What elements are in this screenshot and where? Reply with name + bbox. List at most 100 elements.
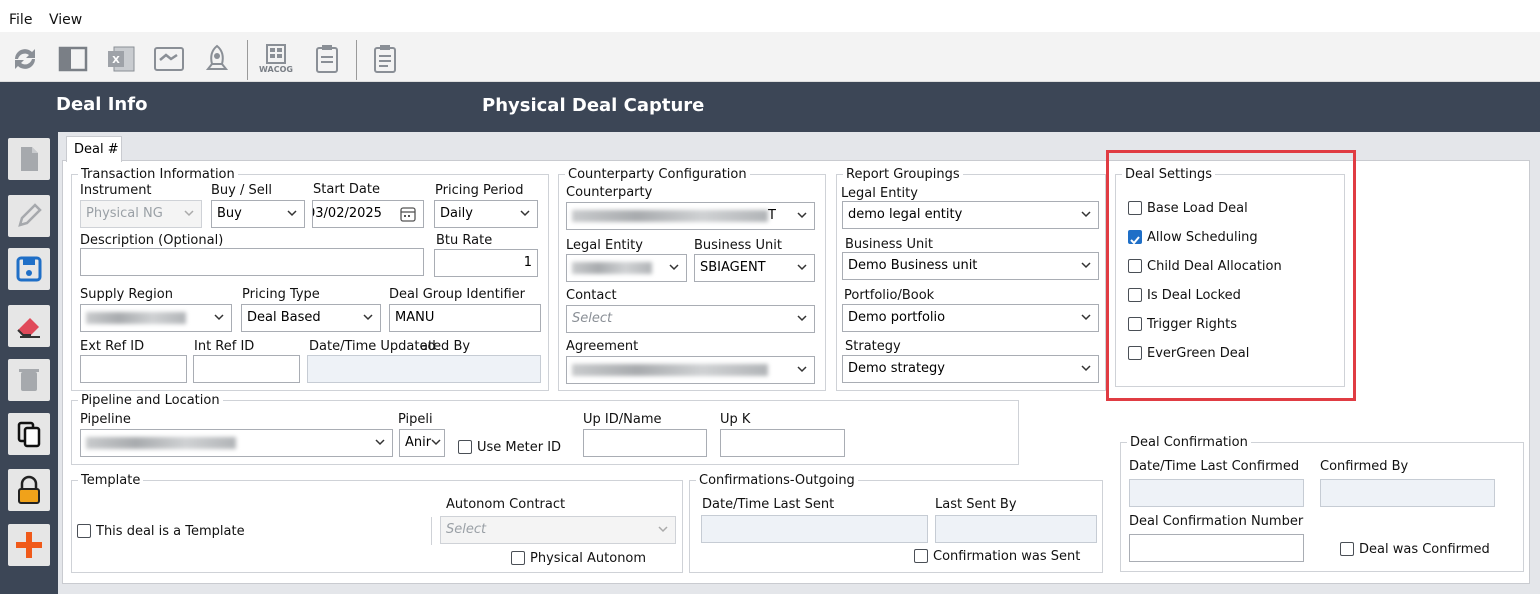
redacted-value	[86, 311, 186, 324]
deal-group-label: Deal Group Identifier	[389, 287, 525, 302]
chevron-down-icon	[363, 314, 373, 321]
edit-button[interactable]	[8, 195, 50, 237]
rg-legal-entity-value: demo legal entity	[848, 207, 963, 222]
svg-text:X: X	[112, 55, 120, 66]
group-legend: Report Groupings	[846, 167, 960, 182]
excel-icon[interactable]: X	[104, 42, 138, 76]
pricing-period-value: Daily	[440, 206, 473, 221]
buy-sell-label: Buy / Sell	[211, 183, 272, 198]
new-document-button[interactable]	[8, 138, 50, 180]
buy-sell-select[interactable]: Buy	[211, 200, 305, 228]
up-k-input[interactable]	[720, 429, 845, 457]
strategy-select[interactable]: Demo strategy	[842, 355, 1099, 383]
toolbar-separator	[247, 40, 248, 80]
date-updated-label: Date/Time Updated	[309, 339, 436, 354]
int-ref-label: Int Ref ID	[194, 339, 255, 354]
description-input[interactable]	[80, 248, 424, 276]
physical-autonom-label: Physical Autonom	[530, 551, 647, 566]
contact-placeholder: Select	[572, 311, 613, 326]
redacted-value	[572, 363, 768, 376]
chevron-down-icon	[797, 212, 807, 219]
clipboard-icon[interactable]	[310, 42, 344, 76]
strategy-value: Demo strategy	[848, 361, 945, 376]
deal-confirmed-label: Deal was Confirmed	[1359, 542, 1490, 557]
pipeline-label: Pipeline	[80, 412, 131, 427]
page-title: Physical Deal Capture	[482, 95, 705, 116]
deal-info-title: Deal Info	[56, 94, 148, 115]
clear-button[interactable]	[8, 305, 50, 347]
last-sent-by-input	[935, 515, 1097, 543]
chevron-down-icon	[1081, 365, 1091, 372]
last-sent-by-label: Last Sent By	[935, 497, 1017, 512]
cp-business-unit-label: Business Unit	[694, 238, 782, 253]
chevron-down-icon	[797, 366, 807, 373]
cp-legal-entity-select[interactable]	[566, 254, 687, 282]
eraser-icon	[17, 318, 40, 338]
chevron-down-icon	[1081, 314, 1091, 321]
chevron-down-icon	[797, 264, 807, 271]
pricing-period-select[interactable]: Daily	[434, 200, 538, 228]
supply-region-label: Supply Region	[80, 287, 173, 302]
copy-button[interactable]	[8, 413, 50, 455]
is-template-checkbox[interactable]	[77, 524, 91, 538]
contact-label: Contact	[566, 288, 617, 303]
physical-autonom-checkbox[interactable]	[511, 551, 525, 565]
confirmation-sent-checkbox[interactable]	[914, 549, 928, 563]
cp-business-unit-value: SBIAGENT	[700, 260, 766, 275]
ext-ref-label: Ext Ref ID	[80, 339, 145, 354]
calendar-icon[interactable]	[399, 205, 417, 223]
rg-business-unit-select[interactable]: Demo Business unit	[842, 252, 1099, 280]
pricing-period-label: Pricing Period	[435, 183, 524, 198]
use-meter-label: Use Meter ID	[477, 440, 562, 455]
last-confirmed-label: Date/Time Last Confirmed	[1129, 459, 1300, 474]
layout-icon[interactable]	[56, 42, 90, 76]
contact-select[interactable]: Select	[566, 305, 815, 333]
clipboard-list-icon[interactable]	[368, 42, 402, 76]
wacog-label: WACOG	[259, 65, 293, 74]
save-button[interactable]	[8, 248, 50, 290]
deal-confirmed-checkbox[interactable]	[1340, 542, 1354, 556]
portfolio-label: Portfolio/Book	[844, 288, 935, 303]
chevron-down-icon	[1081, 262, 1091, 269]
group-legend: Pipeline and Location	[81, 393, 220, 408]
pipeline-select[interactable]	[80, 429, 393, 457]
ext-ref-input[interactable]	[80, 355, 187, 383]
pipeli-select[interactable]: Anir	[399, 429, 445, 457]
counterparty-label: Counterparty	[566, 185, 653, 200]
rocket-icon[interactable]	[200, 42, 234, 76]
confirmation-number-input[interactable]	[1129, 534, 1304, 562]
pricing-type-select[interactable]: Deal Based	[241, 304, 381, 332]
int-ref-input[interactable]	[193, 355, 300, 383]
up-id-input[interactable]	[583, 429, 707, 457]
supply-region-select[interactable]	[80, 304, 232, 332]
counterparty-select[interactable]: T	[566, 202, 815, 230]
tab-deal[interactable]: Deal #	[66, 136, 122, 162]
portfolio-select[interactable]: Demo portfolio	[842, 304, 1099, 332]
add-button[interactable]	[8, 524, 50, 566]
refresh-icon[interactable]	[8, 42, 42, 76]
handshake-icon[interactable]	[152, 42, 186, 76]
chevron-down-icon	[1081, 211, 1091, 218]
pipeli-label: Pipeli	[398, 412, 433, 427]
deal-group-input[interactable]: MANU	[389, 304, 541, 332]
is-template-label: This deal is a Template	[96, 524, 245, 539]
rg-legal-entity-select[interactable]: demo legal entity	[842, 201, 1099, 229]
lock-button[interactable]	[8, 469, 50, 511]
menu-file[interactable]: File	[9, 12, 32, 28]
group-legend: Transaction Information	[81, 167, 235, 182]
delete-button[interactable]	[8, 359, 50, 401]
agreement-select[interactable]	[566, 356, 815, 384]
menu-view[interactable]: View	[49, 12, 82, 28]
edit-icon	[18, 203, 42, 227]
use-meter-checkbox[interactable]	[458, 440, 472, 454]
cp-business-unit-select[interactable]: SBIAGENT	[694, 254, 815, 282]
btu-rate-label: Btu Rate	[436, 233, 493, 248]
rg-business-unit-value: Demo Business unit	[848, 258, 978, 273]
group-legend: Deal Confirmation	[1130, 435, 1248, 450]
description-label: Description (Optional)	[80, 233, 224, 248]
autonom-placeholder: Select	[446, 522, 487, 537]
btu-rate-input[interactable]: 1	[434, 249, 538, 277]
pricing-type-label: Pricing Type	[242, 287, 320, 302]
confirmed-by-label: Confirmed By	[1320, 459, 1409, 474]
delete-icon	[19, 369, 39, 391]
